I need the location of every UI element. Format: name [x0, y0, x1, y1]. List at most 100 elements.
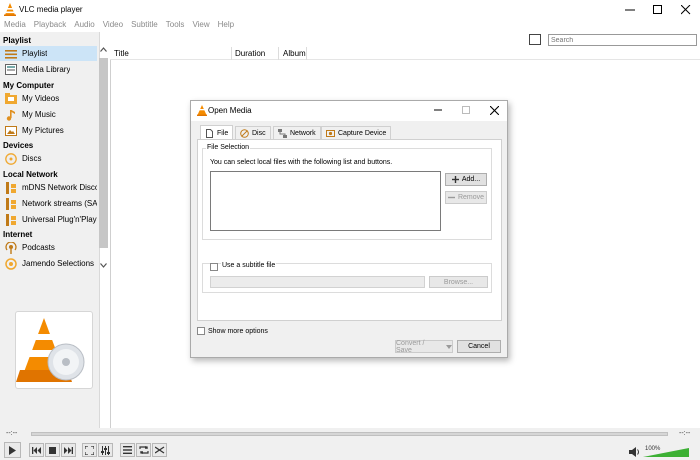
tab-file[interactable]: File	[200, 125, 234, 140]
sidebar-item-media-library[interactable]: Media Library	[0, 62, 97, 77]
previous-button[interactable]	[29, 443, 44, 457]
dialog-minimize-button[interactable]	[425, 101, 451, 119]
add-button[interactable]: Add...	[445, 173, 487, 186]
playlist-icon	[5, 48, 17, 60]
sidebar-item-podcasts[interactable]: Podcasts	[0, 240, 97, 255]
extended-settings-button[interactable]	[98, 443, 113, 457]
sidebar-item-discs[interactable]: Discs	[0, 151, 97, 166]
sidebar-item-my-pictures[interactable]: My Pictures	[0, 123, 97, 138]
network-icon	[5, 213, 17, 226]
sidebar-item-label: Podcasts	[22, 243, 55, 252]
sidebar-heading-my-computer: My Computer	[3, 81, 55, 90]
close-button[interactable]	[672, 0, 700, 19]
tab-label: Disc	[252, 129, 266, 137]
column-duration[interactable]: Duration	[235, 49, 265, 58]
sidebar-item-label: mDNS Network Disco...	[22, 183, 97, 192]
volume-slider[interactable]	[643, 448, 689, 457]
podcast-icon	[5, 241, 17, 254]
menu-media[interactable]: Media	[4, 19, 26, 31]
dialog-maximize-button[interactable]	[453, 101, 479, 119]
window-title: VLC media player	[19, 5, 83, 14]
vlc-logo-icon	[4, 3, 16, 16]
file-list[interactable]	[210, 171, 441, 231]
tab-network[interactable]: Network	[273, 126, 321, 139]
convert-save-button[interactable]: Convert / Save	[395, 339, 453, 354]
total-time: --:--	[679, 430, 691, 437]
tab-capture-device[interactable]: Capture Device	[321, 126, 392, 139]
fullscreen-button[interactable]	[82, 443, 97, 457]
play-button[interactable]	[4, 442, 21, 458]
cancel-button[interactable]: Cancel	[457, 340, 501, 353]
subtitle-checkbox-label: Use a subtitle file	[221, 262, 277, 269]
scroll-up-icon[interactable]	[100, 47, 107, 52]
show-more-options-checkbox[interactable]	[197, 327, 205, 335]
sidebar-item-label: My Music	[22, 110, 56, 119]
vlc-cone-artwork-icon	[16, 318, 85, 382]
sidebar-item-my-videos[interactable]: My Videos	[0, 91, 97, 106]
search-input[interactable]	[548, 34, 697, 46]
network-icon	[5, 181, 17, 194]
shuffle-button[interactable]	[152, 443, 167, 457]
sidebar-item-playlist[interactable]: Playlist	[0, 46, 97, 61]
playlist-header: Title Duration Album	[110, 47, 700, 60]
minimize-button[interactable]	[616, 0, 644, 19]
subtitle-checkbox[interactable]	[210, 263, 218, 271]
sidebar-item-mdns[interactable]: mDNS Network Disco...	[0, 180, 97, 195]
minimize-icon	[625, 9, 635, 10]
picture-icon	[5, 125, 17, 137]
speaker-icon[interactable]	[629, 447, 640, 457]
menu-audio[interactable]: Audio	[74, 19, 94, 31]
previous-icon	[32, 446, 41, 454]
menu-view[interactable]: View	[192, 19, 209, 31]
sidebar-heading-internet: Internet	[3, 230, 33, 239]
sidebar-item-label: Media Library	[22, 65, 71, 74]
media-library-icon	[5, 64, 17, 76]
menu-playback[interactable]: Playback	[34, 19, 66, 31]
equalizer-icon	[101, 445, 110, 455]
loop-icon	[138, 446, 149, 454]
tab-disc[interactable]: Disc	[235, 126, 271, 139]
sidebar-item-label: Playlist	[22, 49, 48, 58]
sidebar-heading-playlist: Playlist	[3, 36, 32, 45]
jamendo-icon	[5, 257, 17, 270]
remove-button[interactable]: Remove	[445, 191, 487, 204]
remove-label: Remove	[457, 194, 485, 201]
sidebar-item-upnp[interactable]: Universal Plug'n'Play	[0, 212, 97, 227]
maximize-button[interactable]	[644, 0, 672, 19]
playlist-view-icon[interactable]	[529, 34, 541, 45]
menu-bar: Media Playback Audio Video Subtitle Tool…	[0, 19, 700, 31]
menu-help[interactable]: Help	[218, 19, 234, 31]
maximize-icon	[653, 4, 662, 14]
subtitle-file-input[interactable]	[210, 276, 425, 288]
sidebar-item-my-music[interactable]: My Music	[0, 107, 97, 122]
cancel-label: Cancel	[468, 343, 490, 350]
convert-save-label: Convert / Save	[396, 339, 425, 354]
title-bar: VLC media player	[0, 0, 700, 19]
menu-subtitle[interactable]: Subtitle	[131, 19, 158, 31]
column-album[interactable]: Album	[283, 49, 306, 58]
browse-button[interactable]: Browse...	[429, 276, 488, 288]
sidebar-item-jamendo[interactable]: Jamendo Selections	[0, 256, 97, 271]
sidebar-scrollbar[interactable]	[99, 58, 108, 248]
sidebar-item-network-streams[interactable]: Network streams (SAP)	[0, 196, 97, 211]
file-selection-legend: File Selection	[206, 144, 251, 151]
close-icon	[681, 4, 691, 14]
menu-tools[interactable]: Tools	[166, 19, 185, 31]
column-title[interactable]: Title	[114, 49, 129, 58]
seek-slider[interactable]	[31, 432, 668, 436]
playlist-toggle-button[interactable]	[120, 443, 135, 457]
open-media-dialog: Open Media File Disc Network Capture Dev…	[190, 100, 508, 358]
loop-button[interactable]	[136, 443, 151, 457]
plus-icon	[451, 176, 459, 183]
sidebar-item-label: My Pictures	[22, 126, 64, 135]
menu-video[interactable]: Video	[103, 19, 123, 31]
vlc-logo-icon	[197, 105, 207, 116]
stop-button[interactable]	[45, 443, 60, 457]
add-label: Add...	[461, 176, 481, 183]
sidebar-item-label: Network streams (SAP)	[22, 199, 97, 208]
dialog-close-button[interactable]	[481, 101, 507, 119]
elapsed-time: --:--	[6, 430, 18, 437]
scroll-down-icon[interactable]	[100, 263, 107, 268]
browse-label: Browse...	[443, 278, 474, 286]
next-button[interactable]	[61, 443, 76, 457]
